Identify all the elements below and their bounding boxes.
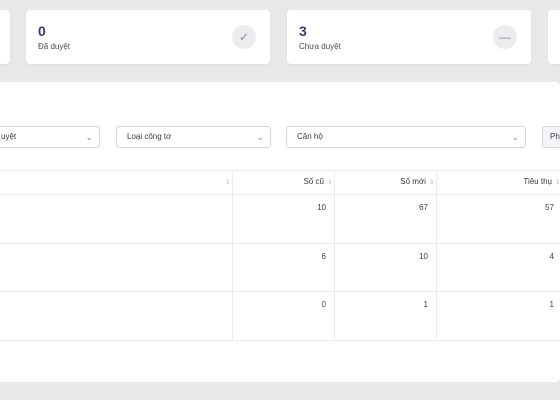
sort-icon: ⇕ <box>224 180 230 186</box>
sort-icon: ⇕ <box>554 180 560 186</box>
action-button[interactable]: Ph <box>542 126 560 148</box>
table-top-border <box>0 170 560 171</box>
new-reading-header-label: Số mới <box>400 177 426 186</box>
column-divider <box>232 170 233 340</box>
column-divider <box>436 170 437 340</box>
row-divider <box>0 291 560 292</box>
chevron-down-icon: ⌄ <box>256 132 264 142</box>
action-button-label: Ph <box>550 132 560 141</box>
pending-label: Chưa duyệt <box>299 42 341 51</box>
table-cell-old: 6 <box>321 252 326 261</box>
row-divider <box>0 243 560 244</box>
apartment-select[interactable]: Căn hộ ⌄ <box>286 126 526 148</box>
consumption-header-label: Tiêu thụ <box>523 177 552 186</box>
sort-icon: ⇕ <box>428 180 434 186</box>
column-header-consumption[interactable]: Tiêu thụ ⇕ <box>523 177 560 186</box>
status-select[interactable]: uyệt ⌄ <box>0 126 100 148</box>
card-left-edge <box>0 10 10 64</box>
column-header-old-reading[interactable]: Số cũ ⇕ <box>304 177 333 186</box>
apartment-select-value: Căn hộ <box>297 132 323 141</box>
approved-label: Đã duyệt <box>38 42 71 51</box>
table-cell-new: 67 <box>419 203 428 212</box>
table-cell-consumption: 57 <box>545 203 554 212</box>
approved-count: 0 <box>38 23 46 39</box>
table-cell-consumption: 4 <box>549 252 554 261</box>
sort-icon: ⇕ <box>326 180 332 186</box>
card-pending: 3 Chưa duyệt — <box>287 10 531 64</box>
meter-type-select-value: Loại công tơ <box>127 132 172 141</box>
card-approved: 0 Đã duyệt ✓ <box>26 10 270 64</box>
table-cell-new: 1 <box>423 300 428 309</box>
row-divider <box>0 340 560 341</box>
minus-icon: — <box>493 25 517 49</box>
chevron-down-icon: ⌄ <box>511 132 519 142</box>
table-cell-old: 0 <box>321 300 326 309</box>
old-reading-header-label: Số cũ <box>303 177 324 186</box>
table-cell-consumption: 1 <box>549 300 554 309</box>
table-header-border <box>0 194 560 195</box>
status-select-value: uyệt <box>1 132 17 141</box>
chevron-down-icon: ⌄ <box>85 132 93 142</box>
check-icon: ✓ <box>232 25 256 49</box>
readings-panel: uyệt ⌄ Loại công tơ ⌄ Căn hộ ⌄ Ph ⇕ Số c… <box>0 82 560 382</box>
meter-type-select[interactable]: Loại công tơ ⌄ <box>116 126 271 148</box>
card-right-edge <box>548 10 560 64</box>
table-cell-new: 10 <box>419 252 428 261</box>
column-header-name[interactable]: ⇕ <box>222 177 230 186</box>
table-cell-old: 10 <box>317 203 326 212</box>
column-divider <box>334 170 335 340</box>
pending-count: 3 <box>299 23 307 39</box>
column-header-new-reading[interactable]: Số mới ⇕ <box>400 177 434 186</box>
